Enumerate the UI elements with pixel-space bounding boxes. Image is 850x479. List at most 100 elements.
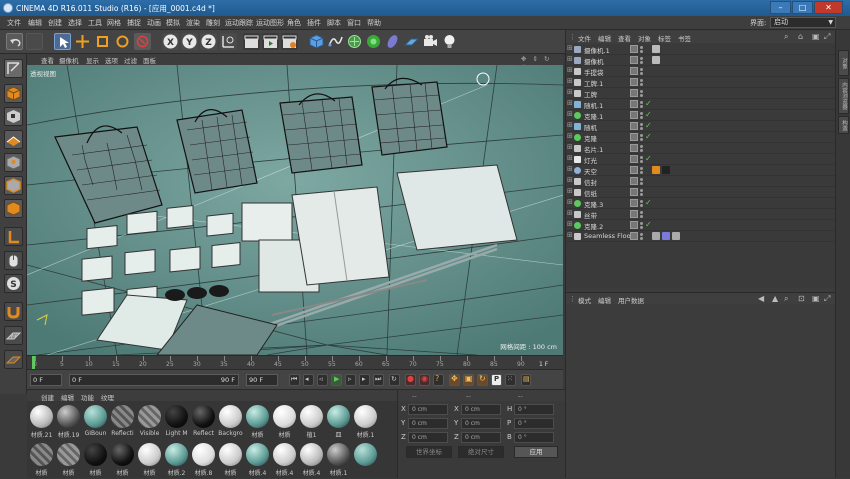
object-name[interactable]: Seamless Floor xyxy=(584,232,633,240)
menu-script[interactable]: 脚本 xyxy=(327,18,341,28)
layer-visibility-icon[interactable] xyxy=(630,45,638,53)
previous-frame-button[interactable]: ◃ xyxy=(317,374,328,386)
object-name[interactable]: 手提袋 xyxy=(584,67,604,77)
menu-character[interactable]: 角色 xyxy=(287,18,301,28)
material-swatch[interactable]: 材质.19 xyxy=(56,403,81,441)
layer-visibility-icon[interactable] xyxy=(630,56,638,64)
object-row[interactable]: ⊞ 信纸 xyxy=(566,187,836,198)
material-swatch[interactable]: 植1 xyxy=(299,403,324,441)
size-y-field[interactable]: 0 cm xyxy=(461,418,501,429)
om-menu-file[interactable]: 文件 xyxy=(578,33,591,43)
expand-toggle-icon[interactable]: ⊞ xyxy=(567,198,573,206)
magnet-snap-button[interactable] xyxy=(4,302,23,321)
menu-sculpt[interactable]: 雕刻 xyxy=(206,18,220,28)
back-arrow-icon[interactable]: ◀ xyxy=(758,294,764,303)
frame-range-slider[interactable]: 0 F 90 F xyxy=(69,374,239,386)
attr-expand-icon[interactable]: ⤢ xyxy=(824,294,830,304)
object-row[interactable]: ⊞ 工牌.1 xyxy=(566,77,836,88)
om-menu-object[interactable]: 对象 xyxy=(638,33,651,43)
vp-menu-view[interactable]: 查看 xyxy=(41,55,54,65)
rotate-tool-button[interactable] xyxy=(114,33,131,50)
light-button[interactable] xyxy=(441,33,458,50)
start-frame-field[interactable]: 0 F xyxy=(30,374,62,386)
menu-animate[interactable]: 动画 xyxy=(147,18,161,28)
expand-toggle-icon[interactable]: ⊞ xyxy=(567,187,573,195)
end-frame-field[interactable]: 90 F xyxy=(246,374,278,386)
object-name[interactable]: 信封 xyxy=(584,177,597,187)
object-tag-icon[interactable] xyxy=(652,232,660,240)
object-name[interactable]: 克隆.1 xyxy=(584,111,603,121)
layer-visibility-icon[interactable] xyxy=(630,122,638,130)
attr-menu-user-data[interactable]: 用户数据 xyxy=(618,295,644,305)
size-mode-select[interactable]: 绝对尺寸 xyxy=(458,446,504,458)
expand-toggle-icon[interactable]: ⊞ xyxy=(567,209,573,217)
editor-visibility-dot[interactable] xyxy=(640,68,643,71)
object-name[interactable]: 摄像机.1 xyxy=(584,45,610,55)
model-mode-button[interactable] xyxy=(4,84,23,103)
workplane-lock-button[interactable] xyxy=(4,326,23,345)
object-name[interactable]: 工牌 xyxy=(584,89,597,99)
next-frame-button[interactable]: ▹ xyxy=(345,374,356,386)
layer-visibility-icon[interactable] xyxy=(630,67,638,75)
editor-visibility-dot[interactable] xyxy=(640,123,643,126)
expand-toggle-icon[interactable]: ⊞ xyxy=(567,77,573,85)
object-name[interactable]: 工牌.1 xyxy=(584,78,603,88)
vp-menu-display[interactable]: 显示 xyxy=(86,55,99,65)
editor-visibility-dot[interactable] xyxy=(640,211,643,214)
object-tag-icon[interactable] xyxy=(662,166,670,174)
cloner-button[interactable] xyxy=(365,33,382,50)
live-selection-button[interactable] xyxy=(54,33,71,50)
material-swatch[interactable] xyxy=(353,441,378,479)
enabled-check-icon[interactable]: ✓ xyxy=(645,99,652,108)
object-row[interactable]: ⊞ 摄像机 xyxy=(566,55,836,66)
enabled-check-icon[interactable]: ✓ xyxy=(645,132,652,141)
object-tag-icon[interactable] xyxy=(652,56,660,64)
object-name[interactable]: 随机.1 xyxy=(584,100,603,110)
vp-menu-panel[interactable]: 面板 xyxy=(143,55,156,65)
render-visibility-dot[interactable] xyxy=(640,149,643,152)
editor-visibility-dot[interactable] xyxy=(640,90,643,93)
previous-key-button[interactable]: ◂ xyxy=(303,374,314,386)
material-swatch[interactable]: 材质.4 xyxy=(299,441,324,479)
expand-toggle-icon[interactable]: ⊞ xyxy=(567,220,573,228)
position-z-field[interactable]: 0 cm xyxy=(408,432,448,443)
go-to-end-button[interactable]: ⏭ xyxy=(373,374,384,386)
expand-toggle-icon[interactable]: ⊞ xyxy=(567,143,573,151)
subdivision-surface-button[interactable] xyxy=(346,33,363,50)
move-tool-button[interactable] xyxy=(74,33,91,50)
go-to-start-button[interactable]: ⏮ xyxy=(289,374,300,386)
material-swatch[interactable]: 皿 xyxy=(326,403,351,441)
render-visibility-dot[interactable] xyxy=(640,182,643,185)
render-visibility-dot[interactable] xyxy=(640,193,643,196)
render-settings-button[interactable] xyxy=(281,33,298,50)
layer-visibility-icon[interactable] xyxy=(630,144,638,152)
x-axis-button[interactable]: X xyxy=(162,33,179,50)
layer-visibility-icon[interactable] xyxy=(630,232,638,240)
object-row[interactable]: ⊞ 克隆.3 ✓ xyxy=(566,198,836,209)
play-button[interactable]: ▶ xyxy=(331,374,342,386)
loop-button[interactable]: ↻ xyxy=(389,374,400,386)
material-swatch[interactable]: 材质.8 xyxy=(191,441,216,479)
object-row[interactable]: ⊞ 灯光 ✓ xyxy=(566,154,836,165)
render-picture-viewer-button[interactable] xyxy=(262,33,279,50)
enabled-check-icon[interactable]: ✓ xyxy=(645,110,652,119)
enabled-check-icon[interactable]: ✓ xyxy=(645,121,652,130)
object-row[interactable]: ⊞ 信封 xyxy=(566,176,836,187)
render-visibility-dot[interactable] xyxy=(640,72,643,75)
undo-button[interactable] xyxy=(6,33,23,50)
layer-visibility-icon[interactable] xyxy=(630,100,638,108)
object-tag-icon[interactable] xyxy=(662,232,670,240)
render-visibility-dot[interactable] xyxy=(640,138,643,141)
render-visibility-dot[interactable] xyxy=(640,226,643,229)
panel-layout-icon[interactable]: ▣ xyxy=(812,32,820,41)
menu-edit[interactable]: 编辑 xyxy=(28,18,42,28)
material-swatch[interactable]: 材质.4 xyxy=(272,441,297,479)
tab-structure[interactable]: 构造 xyxy=(838,116,849,134)
render-visibility-dot[interactable] xyxy=(640,215,643,218)
apply-button[interactable]: 应用 xyxy=(514,446,558,458)
editor-visibility-dot[interactable] xyxy=(640,112,643,115)
object-row[interactable]: ⊞ 随机 ✓ xyxy=(566,121,836,132)
vp-menu-filter[interactable]: 过滤 xyxy=(124,55,137,65)
expand-toggle-icon[interactable]: ⊞ xyxy=(567,132,573,140)
coordinate-system-button[interactable] xyxy=(220,33,237,50)
